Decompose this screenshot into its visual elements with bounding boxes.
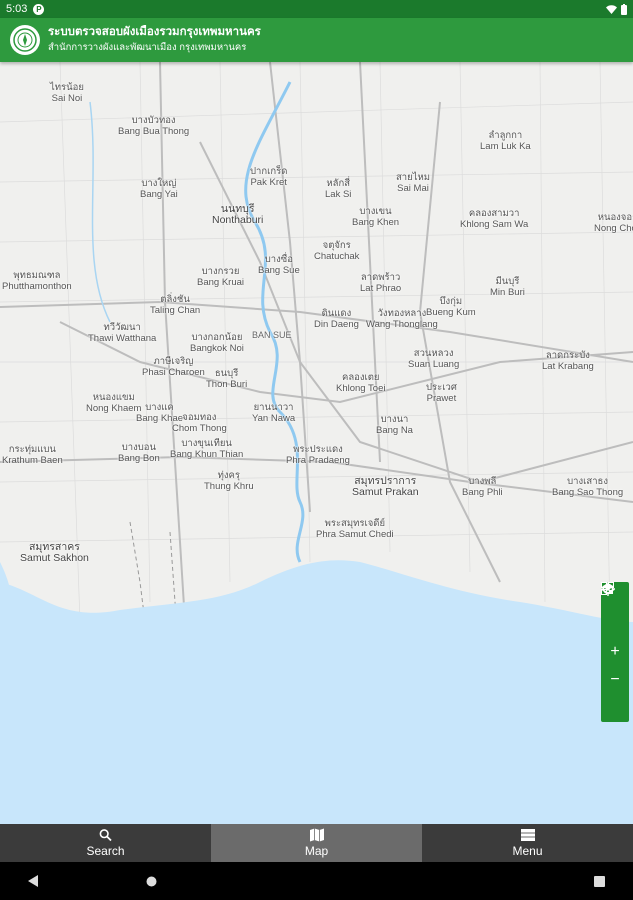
app-subtitle: สำนักการวางผังและพัฒนาเมือง กรุงเทพมหานค… <box>48 42 247 53</box>
system-nav-bar <box>0 862 633 900</box>
menu-icon <box>520 829 535 841</box>
map-place-label: หนองแขม Nong Khaem <box>86 392 142 414</box>
plus-icon: + <box>610 643 620 660</box>
map-place-label: ปากเกร็ด Pak Kret <box>250 166 288 188</box>
map-place-label: บางบอน Bang Bon <box>118 442 160 464</box>
app-title: ระบบตรวจสอบผังเมืองรวมกรุงเทพมหานคร <box>48 26 261 38</box>
locate-icon <box>601 582 615 596</box>
nav-search-label: Search <box>86 844 125 858</box>
map-place-label: บางเขน Bang Khen <box>352 206 400 228</box>
home-icon[interactable] <box>146 876 157 887</box>
status-bar: 5:03 P <box>0 0 633 18</box>
map-place-label: จอมทอง Chom Thong <box>172 412 227 434</box>
map-place-label: บางเสาธง Bang Sao Thong <box>552 476 624 498</box>
map-place-label: ไทรน้อย Sai Noi <box>50 82 84 104</box>
map-place-label: บางบัวทอง Bang Bua Thong <box>118 115 190 137</box>
map-place-label: กระทุ่มแบน Krathum Baen <box>2 444 63 466</box>
bottom-nav: Search Map Menu <box>0 824 633 862</box>
nav-menu-label: Menu <box>512 844 543 858</box>
locate-button[interactable] <box>601 582 629 722</box>
minus-icon: − <box>610 671 620 688</box>
map-place-label: ลาดพร้าว Lat Phrao <box>360 272 402 294</box>
map-place-label: ลำลูกกา Lam Luk Ka <box>480 130 531 152</box>
nav-map-label: Map <box>304 844 329 858</box>
map-icon <box>309 828 324 842</box>
nav-map[interactable]: Map <box>211 824 422 862</box>
bma-logo-icon <box>10 25 40 55</box>
map-place-label: หลักสี่ Lak Si <box>325 178 352 200</box>
map-place-label: บางกอกน้อย Bangkok Noi <box>190 332 244 354</box>
map-place-label: สมุทรสาคร Samut Sakhon <box>20 541 89 564</box>
status-indicators <box>606 3 627 15</box>
status-time: 5:03 <box>6 3 28 15</box>
zoom-out-button[interactable]: − <box>601 666 629 694</box>
recents-icon[interactable] <box>594 875 605 887</box>
map-place-label: สายไหม Sai Mai <box>396 172 431 194</box>
wifi-icon <box>606 4 617 14</box>
map-place-label: พุทธมณฑล Phutthamonthon <box>2 270 72 292</box>
search-icon <box>99 829 112 842</box>
nav-search[interactable]: Search <box>0 824 211 862</box>
map-place-label: ตลิ่งชัน Taling Chan <box>150 294 201 316</box>
map-place-label: พระสมุทรเจดีย์ Phra Samut Chedi <box>316 518 394 540</box>
app-header: ระบบตรวจสอบผังเมืองรวมกรุงเทพมหานคร สำนั… <box>0 18 633 62</box>
map-place-label: ลาดกระบัง Lat Krabang <box>542 350 594 372</box>
map-place-label: ธนบุรี Thon Buri <box>206 368 248 390</box>
map-place-label: พระประแดง Phra Pradaeng <box>286 444 350 466</box>
nav-menu[interactable]: Menu <box>422 824 633 862</box>
app-badge-icon: P <box>33 3 45 15</box>
map-place-label: หนองจอกNong Chok <box>594 212 633 234</box>
map-place-label: บางกรวย Bang Kruai <box>197 266 245 288</box>
map-place-label: ทวีวัฒนา Thawi Watthana <box>88 322 157 344</box>
map-place-label: บางนา Bang Na <box>376 414 413 436</box>
map-place-label: นนทบุรี Nonthaburi <box>212 203 264 226</box>
map-base <box>0 62 633 824</box>
zoom-in-button[interactable]: + <box>601 638 629 666</box>
map-place-label: บางซื่อ Bang Sue <box>258 254 300 276</box>
map-place-label: จตุจักร Chatuchak <box>314 240 360 262</box>
back-icon[interactable] <box>28 875 39 887</box>
map-place-label: ประเวศ Prawet <box>426 382 457 404</box>
map-place-label: บางขุนเทียน Bang Khun Thian <box>170 438 244 460</box>
map-place-label: สวนหลวง Suan Luang <box>408 348 460 370</box>
battery-icon <box>621 3 627 15</box>
map-place-label: ยานนาวา Yan Nawa <box>252 402 296 424</box>
map-place-label: ดินแดง Din Daeng <box>314 308 359 330</box>
map-place-label: คลองสามวา Khlong Sam Wa <box>460 208 529 230</box>
map-district-label: BAN SUE <box>252 330 292 340</box>
map-place-label: คลองเตย Khlong Toei <box>336 372 386 394</box>
map-place-label: ทุ่งครุ Thung Khru <box>204 470 254 492</box>
map-place-label: สมุทรปราการ Samut Prakan <box>352 475 419 498</box>
qr-button[interactable] <box>601 582 629 638</box>
map-place-label: บางพลี Bang Phli <box>462 476 503 498</box>
map-view[interactable]: ไทรน้อย Sai Noi บางบัวทอง Bang Bua Thong บ… <box>0 62 633 824</box>
map-place-label: บึงกุ่ม Bueng Kum <box>426 296 476 318</box>
map-place-label: มีนบุรี Min Buri <box>490 276 525 298</box>
map-controls: + − <box>601 582 629 722</box>
map-place-label: บางใหญ่ Bang Yai <box>140 178 178 200</box>
map-place-label: ภาษีเจริญ Phasi Charoen <box>142 356 205 378</box>
